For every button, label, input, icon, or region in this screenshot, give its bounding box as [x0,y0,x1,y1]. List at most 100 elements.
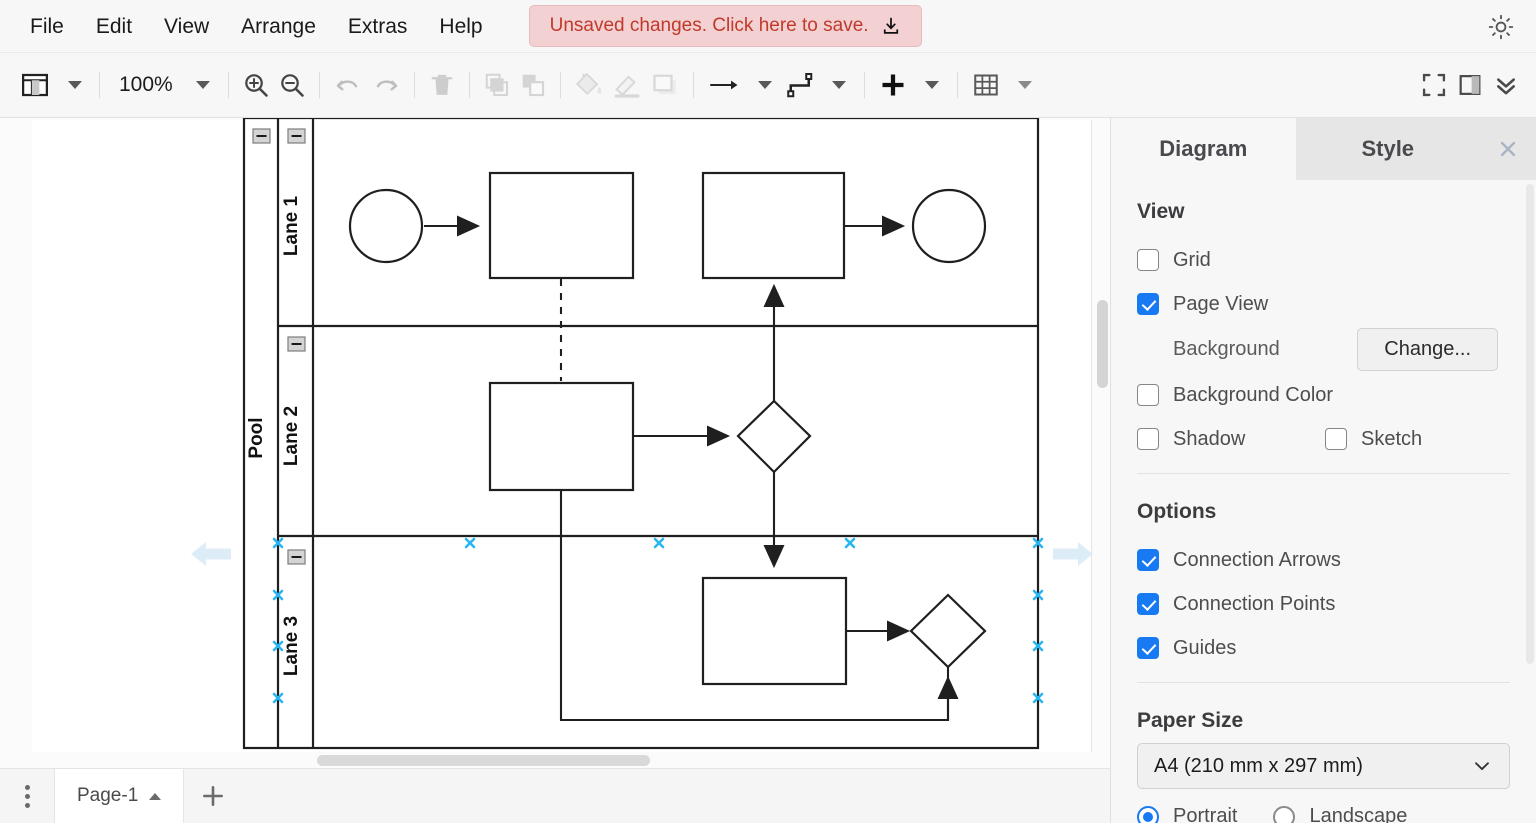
format-panel: Diagram Style View Grid Page View Backgr… [1110,118,1536,823]
table-dropdown[interactable] [1005,65,1041,105]
pool-label: Pool [246,417,267,458]
unsaved-changes-save-button[interactable]: Unsaved changes. Click here to save. [528,5,922,47]
pages-menu-button[interactable] [0,769,54,823]
diagram-canvas[interactable]: Pool Lane 1 Lane 2 Lane 3 [0,118,1110,768]
paper-size-select[interactable]: A4 (210 mm x 297 mm) [1137,743,1510,789]
menu-arrange[interactable]: Arrange [225,12,332,41]
waypoints-dropdown[interactable] [819,65,855,105]
collapse-button-pool [252,128,271,144]
menu-help[interactable]: Help [423,12,498,41]
footer-bar: Page-1 [0,768,1110,823]
drawio-app: File Edit View Arrange Extras Help Unsav… [0,0,1536,823]
format-panel-toggle-button[interactable] [1452,65,1488,105]
paper-size-title: Paper Size [1137,709,1244,732]
tab-style[interactable]: Style [1295,118,1480,180]
portrait-radio[interactable] [1137,805,1159,823]
view-layout-dropdown[interactable] [54,65,90,105]
kebab-menu-icon [24,784,30,790]
menu-file[interactable]: File [14,12,80,41]
canvas-horizontal-scrollbar[interactable] [0,752,1110,768]
guides-checkbox[interactable] [1137,637,1159,659]
toggle-format-panel-icon [1459,75,1481,95]
background-change-button[interactable]: Change... [1357,328,1498,371]
connection-arrows-checkbox[interactable] [1137,549,1159,571]
bring-to-front-button[interactable] [479,65,515,105]
vertical-scrollbar-thumb[interactable] [1097,300,1108,388]
lane-1-label: Lane 1 [281,195,302,256]
connection-arrow-style-button[interactable] [703,65,745,105]
connection-arrow-dropdown[interactable] [745,65,781,105]
brightness-sun-icon [1488,14,1514,40]
page-view-checkbox[interactable] [1137,293,1159,315]
page-view-label[interactable]: Page View [1173,293,1268,316]
nav-arrow-right[interactable] [1050,536,1096,572]
theme-toggle-button[interactable] [1484,10,1518,44]
guides-label[interactable]: Guides [1173,637,1236,660]
page-tab-page-1[interactable]: Page-1 [54,768,185,823]
grid-checkbox[interactable] [1137,249,1159,271]
view-section-title: View [1137,200,1185,223]
undo-button[interactable] [329,65,367,105]
shadow-label[interactable]: Shadow [1173,428,1325,451]
background-color-row: Background Color [1137,375,1510,415]
landscape-radio[interactable] [1273,805,1296,823]
toolbar-divider [956,72,958,98]
diagram-graphics: Pool Lane 1 Lane 2 Lane 3 [242,118,1044,750]
menu-edit[interactable]: Edit [80,12,148,41]
gateway-diamond-1 [736,399,812,474]
sketch-checkbox[interactable] [1325,428,1347,450]
toolbar-divider [227,72,229,98]
connection-points-checkbox[interactable] [1137,593,1159,615]
task-rectangle-1 [488,171,635,280]
background-color-label[interactable]: Background Color [1173,384,1333,407]
collapse-button-lane-2 [287,336,306,352]
pen-line-color-icon [614,75,640,98]
close-panel-button[interactable] [1480,118,1536,180]
zoom-out-button[interactable] [274,65,310,105]
zoom-level-button[interactable]: 100% [109,65,183,105]
download-icon [883,17,898,34]
trash-icon [431,74,453,95]
menu-view[interactable]: View [148,12,225,41]
redo-button[interactable] [367,65,405,105]
menu-extras[interactable]: Extras [332,12,424,41]
view-layout-button[interactable] [16,65,54,105]
sketch-label[interactable]: Sketch [1361,428,1422,451]
waypoints-button[interactable] [781,65,819,105]
insert-dropdown[interactable] [912,65,948,105]
delete-button[interactable] [424,65,460,105]
start-event-circle [348,188,424,264]
fullscreen-button[interactable] [1416,65,1452,105]
fill-color-button[interactable] [570,65,608,105]
canvas-vertical-scrollbar[interactable] [1094,118,1110,746]
lane-3-label: Lane 3 [281,616,302,676]
tab-style-label: Style [1361,136,1415,161]
chevron-up-icon[interactable] [149,792,162,800]
insert-button[interactable] [874,65,912,105]
grid-label[interactable]: Grid [1173,249,1211,272]
send-to-back-button[interactable] [515,65,551,105]
toolbar-divider [413,72,415,98]
nav-arrow-left[interactable] [188,536,234,572]
horizontal-scrollbar-thumb[interactable] [317,755,650,766]
landscape-label[interactable]: Landscape [1309,805,1407,823]
table-button[interactable] [967,65,1005,105]
format-panel-scrollbar[interactable] [1526,184,1534,664]
collapse-toolbar-button[interactable] [1488,65,1524,105]
collapse-button-lane-1 [287,128,306,144]
add-page-button[interactable] [184,769,242,823]
zoom-dropdown[interactable] [183,65,219,105]
shadow-button[interactable] [646,65,684,105]
undo-icon [336,80,357,91]
background-color-checkbox[interactable] [1137,384,1159,406]
connection-points-label[interactable]: Connection Points [1173,593,1335,616]
zoom-in-button[interactable] [238,65,274,105]
shadow-checkbox[interactable] [1137,428,1159,450]
options-section-title: Options [1137,500,1217,523]
line-color-button[interactable] [608,65,646,105]
chevron-down-icon [1475,762,1489,771]
toolbar-divider [559,72,561,98]
connection-arrows-label[interactable]: Connection Arrows [1173,549,1341,572]
portrait-label[interactable]: Portrait [1173,805,1237,823]
tab-diagram[interactable]: Diagram [1111,118,1296,180]
